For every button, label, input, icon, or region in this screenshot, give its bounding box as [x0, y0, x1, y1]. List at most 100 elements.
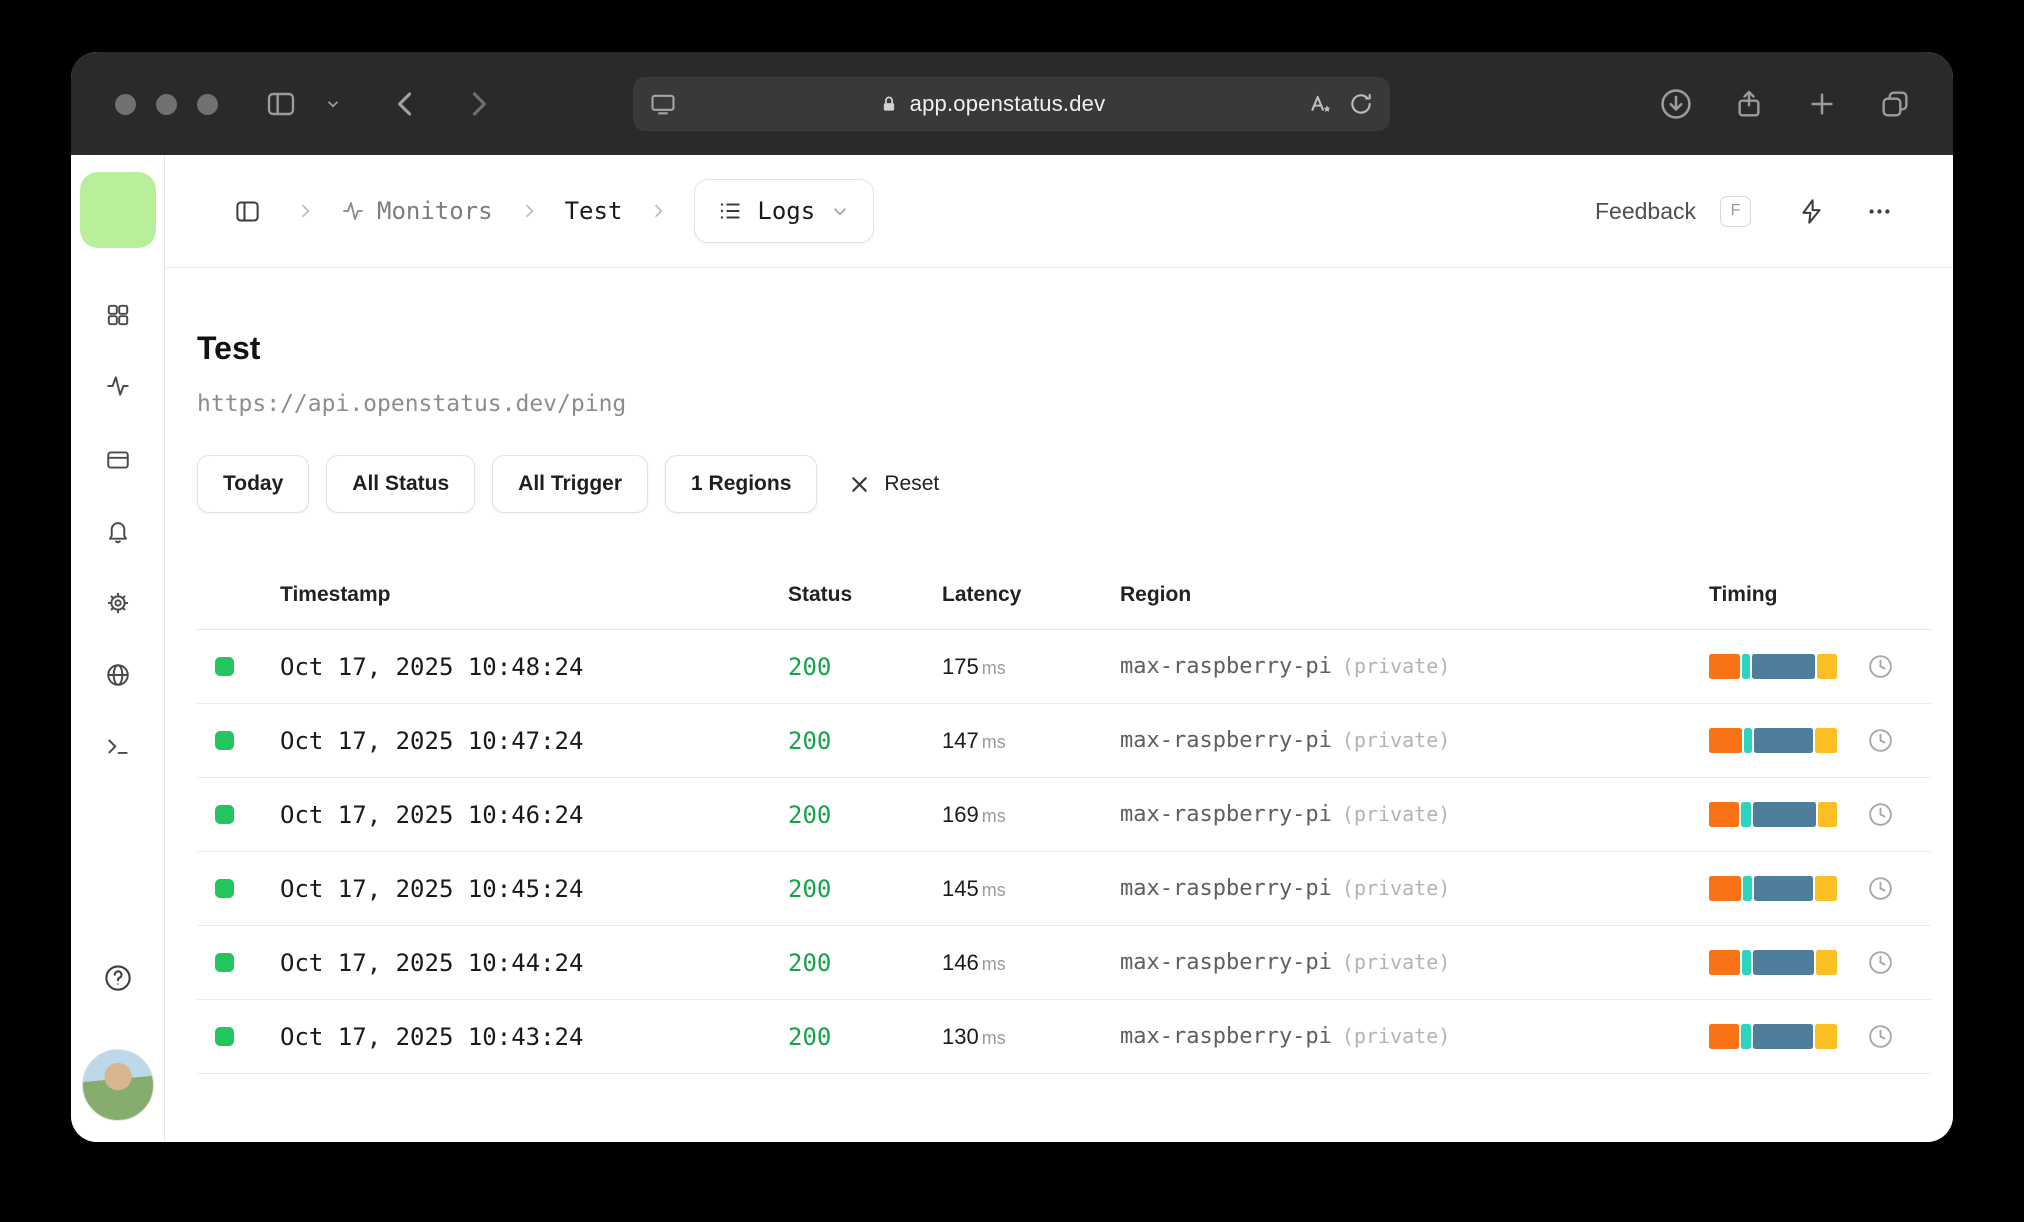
- openstatus-logo[interactable]: [80, 172, 156, 248]
- window-zoom-button[interactable]: [197, 94, 218, 115]
- row-timestamp: Oct 17, 2025 10:43:24: [280, 1022, 584, 1051]
- logs-dropdown-label: Logs: [757, 197, 816, 225]
- new-tab-button[interactable]: [1807, 89, 1837, 119]
- panel-left-icon: [267, 92, 295, 115]
- list-icon: [721, 203, 741, 219]
- close-icon: [852, 476, 868, 492]
- monitor-endpoint: https://api.openstatus.dev/ping: [197, 391, 627, 417]
- row-latency: 175 ms: [942, 653, 1006, 679]
- filter-status-button[interactable]: All Status: [326, 455, 476, 513]
- row-region: max-raspberry-pi (private): [1120, 654, 1451, 679]
- breadcrumb-label: Test: [564, 197, 623, 225]
- reset-filters-button[interactable]: Reset: [848, 472, 939, 496]
- status-indicator: [215, 953, 234, 972]
- filter-date-button[interactable]: Today: [197, 455, 310, 513]
- translate-icon[interactable]: [1306, 90, 1334, 118]
- status-indicator: [215, 731, 234, 750]
- table-row[interactable]: Oct 17, 2025 10:43:24 200 130 ms max-rasp…: [197, 1000, 1931, 1074]
- more-menu-button[interactable]: [1857, 189, 1901, 233]
- forward-button[interactable]: [461, 87, 495, 121]
- timing-bar: [1709, 876, 1837, 901]
- breadcrumb-item-test[interactable]: Test: [565, 197, 623, 225]
- tab-overview-button[interactable]: [1879, 88, 1911, 120]
- clock-icon[interactable]: [1867, 949, 1894, 976]
- filter-regions-button[interactable]: 1 Regions: [665, 455, 818, 513]
- sidebar-toggle-button[interactable]: [265, 88, 297, 120]
- sidebar-menu-button[interactable]: [324, 95, 342, 113]
- row-timestamp: Oct 17, 2025 10:44:24: [280, 948, 584, 977]
- row-region: max-raspberry-pi (private): [1120, 950, 1451, 975]
- chevron-down-icon: [327, 100, 339, 108]
- download-icon: [1661, 88, 1691, 119]
- chevron-right-icon: [525, 204, 534, 218]
- timing-bar: [1709, 950, 1837, 975]
- ellipsis-icon: [1868, 208, 1890, 214]
- share-button[interactable]: [1733, 88, 1765, 120]
- sidebar-item-help[interactable]: [96, 956, 140, 1000]
- address-bar[interactable]: app.openstatus.dev: [633, 77, 1390, 131]
- reset-label: Reset: [884, 472, 940, 495]
- grid-icon: [107, 304, 128, 326]
- window-close-button[interactable]: [115, 94, 136, 115]
- share-icon: [1738, 90, 1760, 117]
- breadcrumb-label: Monitors: [377, 197, 493, 225]
- table-row[interactable]: Oct 17, 2025 10:44:24 200 146 ms max-rasp…: [197, 926, 1931, 1000]
- url-text: app.openstatus.dev: [909, 91, 1106, 116]
- row-latency: 145 ms: [942, 875, 1006, 901]
- gear-icon: [107, 592, 128, 614]
- row-timestamp: Oct 17, 2025 10:48:24: [280, 652, 584, 681]
- row-region: max-raspberry-pi (private): [1120, 876, 1451, 901]
- bolt-icon: [1801, 198, 1821, 224]
- user-avatar[interactable]: [82, 1049, 154, 1121]
- back-button[interactable]: [389, 87, 423, 121]
- clock-icon[interactable]: [1867, 653, 1894, 680]
- chevron-down-icon: [834, 208, 847, 216]
- status-indicator: [215, 805, 234, 824]
- row-latency: 169 ms: [942, 801, 1006, 827]
- filter-bar: Today All Status All Trigger 1 Regions R…: [197, 455, 1931, 513]
- clock-icon[interactable]: [1867, 727, 1894, 754]
- breadcrumb-item-monitors[interactable]: Monitors: [341, 197, 493, 225]
- chevron-right-icon: [655, 204, 663, 218]
- address-url[interactable]: app.openstatus.dev: [677, 91, 1306, 117]
- clock-icon[interactable]: [1867, 875, 1894, 902]
- downloads-button[interactable]: [1659, 87, 1693, 121]
- table-row[interactable]: Oct 17, 2025 10:47:24 200 147 ms max-rasp…: [197, 704, 1931, 778]
- row-latency: 130 ms: [942, 1023, 1006, 1049]
- sidebar-item-dashboard[interactable]: [96, 293, 140, 337]
- reload-icon[interactable]: [1348, 91, 1374, 117]
- panel-left-icon: [235, 200, 259, 222]
- sidebar-item-cli[interactable]: [96, 725, 140, 769]
- timing-bar: [1709, 1024, 1837, 1049]
- logs-table: Timestamp Status Latency Region Timing O…: [197, 583, 1931, 1074]
- window-minimize-button[interactable]: [156, 94, 177, 115]
- sidebar-item-monitors[interactable]: [96, 364, 140, 408]
- activity-icon: [343, 202, 363, 220]
- page-format-icon[interactable]: [649, 90, 677, 118]
- row-region: max-raspberry-pi (private): [1120, 728, 1451, 753]
- table-row[interactable]: Oct 17, 2025 10:45:24 200 145 ms max-rasp…: [197, 852, 1931, 926]
- col-timing: Timing: [1709, 583, 1778, 606]
- sidebar-item-notifications[interactable]: [96, 509, 140, 553]
- tabs-icon: [1882, 90, 1908, 117]
- clock-icon[interactable]: [1867, 1023, 1894, 1050]
- sidebar-item-status-pages[interactable]: [96, 438, 140, 482]
- clock-icon[interactable]: [1867, 801, 1894, 828]
- row-latency: 146 ms: [942, 949, 1006, 975]
- table-row[interactable]: Oct 17, 2025 10:46:24 200 169 ms max-rasp…: [197, 778, 1931, 852]
- row-status: 200: [788, 800, 832, 829]
- filter-trigger-button[interactable]: All Trigger: [492, 455, 649, 513]
- topbar-actions: Feedback F: [1595, 189, 1901, 233]
- panel-toggle-button[interactable]: [225, 189, 269, 233]
- logs-dropdown-button[interactable]: Logs: [694, 179, 875, 243]
- feedback-link[interactable]: Feedback: [1595, 198, 1696, 225]
- app-sidebar: [71, 155, 165, 1142]
- sidebar-item-settings[interactable]: [96, 581, 140, 625]
- row-timestamp: Oct 17, 2025 10:47:24: [280, 726, 584, 755]
- sidebar-item-domains[interactable]: [96, 653, 140, 697]
- command-button[interactable]: [1789, 189, 1833, 233]
- row-status: 200: [788, 726, 832, 755]
- status-indicator: [215, 657, 234, 676]
- table-row[interactable]: Oct 17, 2025 10:48:24 200 175 ms max-rasp…: [197, 630, 1931, 704]
- row-region: max-raspberry-pi (private): [1120, 1024, 1451, 1049]
